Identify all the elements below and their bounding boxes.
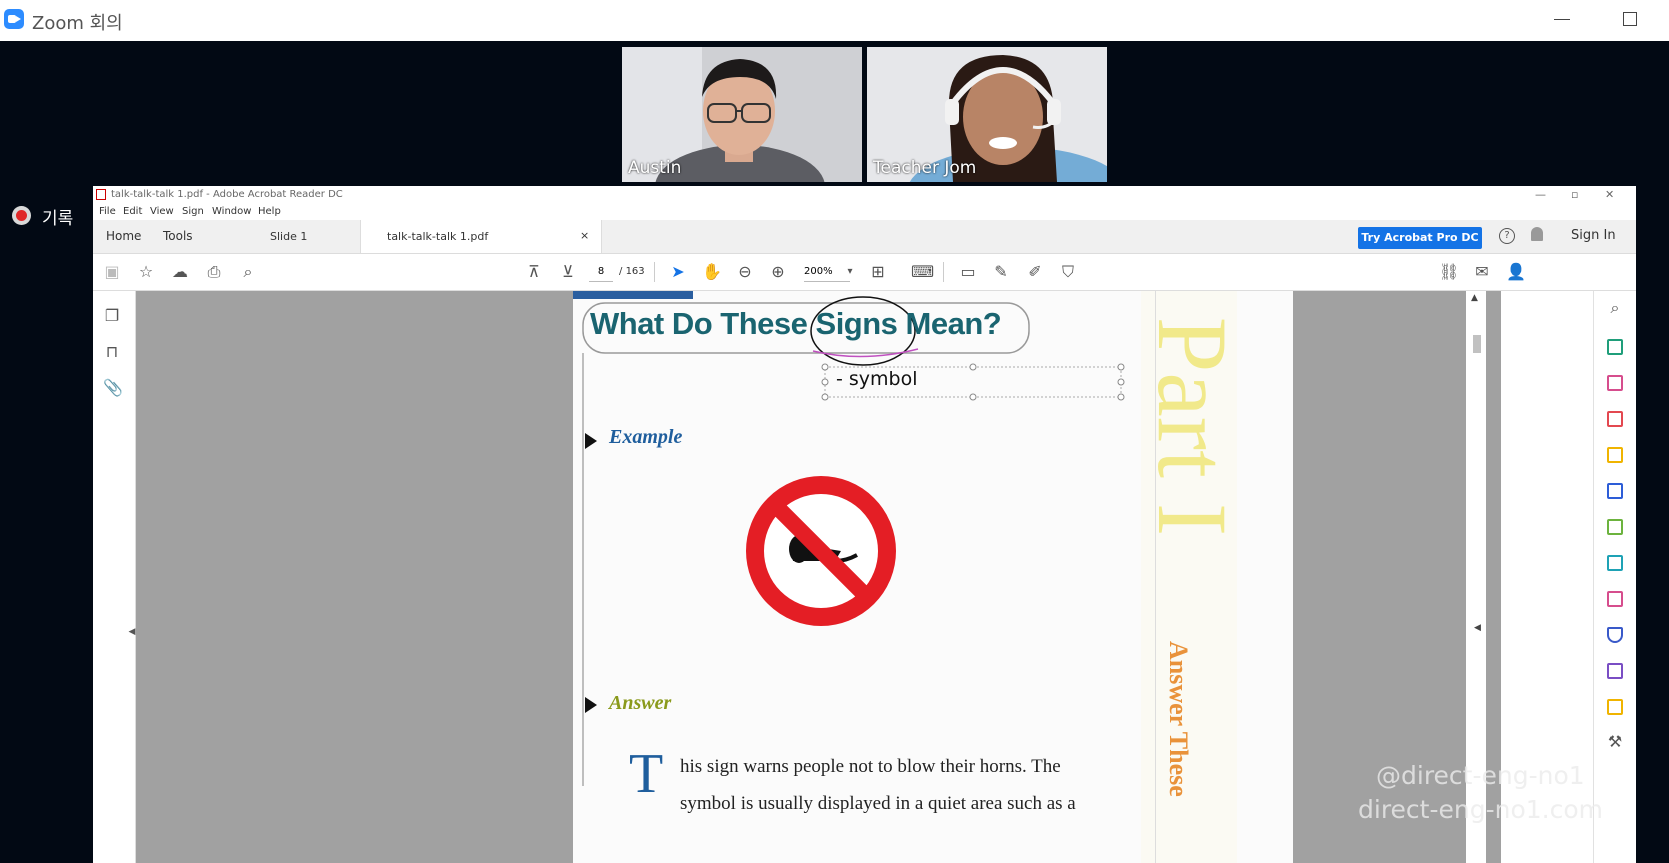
comment-tool-icon[interactable]: [1607, 447, 1623, 463]
scroll-up-icon[interactable]: ▲: [1471, 293, 1478, 303]
participant-name-teacher-jom: Teacher Jom: [873, 158, 977, 178]
acrobat-toolbar: ▣ ☆ ☁ ⎙ ⌕ ⊼ ⊻ 8 / 163 ➤ ✋ ⊖ ⊕ 200% ▾ ⊞ ⌨…: [93, 254, 1636, 291]
highlight-pen-icon[interactable]: ✎: [992, 263, 1010, 281]
page-total: / 163: [619, 263, 645, 281]
select-pointer-icon[interactable]: ➤: [669, 263, 687, 281]
menu-help[interactable]: Help: [258, 206, 281, 217]
zoom-dropdown-icon[interactable]: ▾: [841, 263, 859, 281]
zoom-window-title: Zoom 회의: [32, 13, 123, 34]
side-part-label: Part I: [1137, 316, 1249, 536]
video-tile-austin[interactable]: Austin: [622, 47, 862, 182]
bookmarks-icon[interactable]: ⊓: [103, 343, 121, 361]
page-total-count: 163: [625, 266, 645, 277]
zoom-title-bar: Zoom 회의: [0, 0, 1669, 41]
page-separator: /: [619, 266, 623, 277]
request-signature-icon[interactable]: [1607, 663, 1623, 679]
acrobat-minimize-icon[interactable]: —: [1535, 188, 1546, 201]
scrollbar-thumb[interactable]: [1473, 335, 1481, 353]
print-icon[interactable]: ⎙: [205, 263, 223, 281]
side-answer-label: Answer These: [1164, 641, 1193, 797]
compare-files-icon[interactable]: [1607, 519, 1623, 535]
answer-label: Answer: [609, 692, 672, 714]
search-icon[interactable]: ⌕: [239, 263, 257, 281]
edit-pdf-icon[interactable]: [1607, 699, 1623, 715]
tab-close-icon[interactable]: ×: [580, 229, 589, 242]
answer-body-line-2: symbol is usually displayed in a quiet a…: [680, 793, 1076, 814]
side-answer-label-wrap: Answer These: [1158, 641, 1198, 863]
page-number-input[interactable]: 8: [589, 263, 613, 282]
hand-tool-icon[interactable]: ✋: [702, 263, 722, 281]
left-nav-panel: ❐ ⊓ 📎 ◀: [93, 291, 136, 863]
email-icon[interactable]: ✉: [1473, 263, 1491, 281]
scan-ocr-icon[interactable]: [1607, 555, 1623, 571]
right-tools-panel: ⌕ ⚒: [1593, 291, 1636, 863]
side-part-label-wrap: Part I: [1138, 291, 1249, 561]
add-user-icon[interactable]: 👤: [1506, 263, 1526, 281]
collapse-right-panel-icon[interactable]: ◀: [1474, 623, 1481, 633]
pdf-page: What Do These Signs Mean? - symbol Examp…: [573, 291, 1293, 863]
fill-sign-icon[interactable]: [1607, 591, 1623, 607]
zoom-logo-icon: [4, 9, 24, 29]
video-tile-teacher-jom[interactable]: Teacher Jom: [867, 47, 1107, 182]
lesson-heading: What Do These Signs Mean?: [590, 306, 1002, 341]
previous-page-icon[interactable]: ⊼: [525, 263, 543, 281]
bookmark-star-icon[interactable]: ☆: [137, 263, 155, 281]
comment-icon[interactable]: ▭: [959, 263, 977, 281]
menu-edit[interactable]: Edit: [123, 206, 142, 217]
menu-sign[interactable]: Sign: [182, 206, 204, 217]
attachments-icon[interactable]: 📎: [103, 379, 123, 397]
export-pdf-icon[interactable]: [1607, 411, 1623, 427]
tab-document[interactable]: talk-talk-talk 1.pdf: [387, 230, 488, 243]
toolbar-divider: [943, 262, 944, 282]
answer-body-line-1: his sign warns people not to blow their …: [680, 756, 1061, 777]
example-label: Example: [609, 426, 683, 448]
acrobat-logo-icon: [96, 189, 106, 200]
save-icon[interactable]: ▣: [103, 263, 121, 281]
combine-files-icon[interactable]: [1607, 483, 1623, 499]
menu-view[interactable]: View: [150, 206, 174, 217]
try-acrobat-pro-button[interactable]: Try Acrobat Pro DC: [1358, 227, 1482, 249]
upload-cloud-icon[interactable]: ☁: [171, 263, 189, 281]
acrobat-window-title: talk-talk-talk 1.pdf - Adobe Acrobat Rea…: [111, 189, 343, 200]
tab-home[interactable]: Home: [106, 229, 141, 243]
watermark-handle: @direct-eng-no1: [1376, 761, 1585, 790]
search-tools-icon[interactable]: ⌕: [1606, 299, 1624, 317]
share-link-icon[interactable]: ⛓: [1439, 263, 1459, 281]
next-page-icon[interactable]: ⊻: [559, 263, 577, 281]
annotation-textbox[interactable]: - symbol: [836, 368, 918, 390]
zoom-in-icon[interactable]: ⊕: [769, 263, 787, 281]
recording-label: 기록: [42, 209, 74, 229]
acrobat-title-bar: talk-talk-talk 1.pdf - Adobe Acrobat Rea…: [93, 186, 1636, 204]
create-pdf-icon[interactable]: [1607, 339, 1623, 355]
acrobat-close-icon[interactable]: ✕: [1605, 188, 1614, 201]
toolbar-divider: [654, 262, 655, 282]
tab-tools[interactable]: Tools: [163, 229, 193, 243]
stamp-icon[interactable]: ⛉: [1059, 263, 1077, 281]
recording-icon: [12, 206, 31, 225]
menu-file[interactable]: File: [99, 206, 116, 217]
acrobat-menu-bar: File Edit View Sign Window Help: [93, 204, 1636, 220]
keyboard-icon[interactable]: ⌨: [911, 263, 934, 281]
organize-pages-icon[interactable]: [1607, 375, 1623, 391]
draw-icon[interactable]: ✐: [1026, 263, 1044, 281]
acrobat-restore-icon[interactable]: ▫: [1571, 188, 1578, 201]
notifications-icon[interactable]: [1531, 227, 1543, 241]
page-thumbnails-icon[interactable]: ❐: [103, 307, 121, 325]
tab-slide-1[interactable]: Slide 1: [270, 230, 307, 243]
menu-window[interactable]: Window: [212, 206, 251, 217]
drop-cap: T: [629, 743, 664, 805]
protect-shield-icon[interactable]: [1607, 627, 1623, 643]
sign-in-link[interactable]: Sign In: [1571, 228, 1616, 243]
more-tools-icon[interactable]: ⚒: [1606, 733, 1624, 751]
fit-page-icon[interactable]: ⊞: [869, 263, 887, 281]
participant-name-austin: Austin: [628, 158, 682, 178]
acrobat-tab-bar: Home Tools Slide 1 talk-talk-talk 1.pdf …: [93, 220, 1636, 254]
maximize-icon[interactable]: [1623, 12, 1637, 26]
help-icon[interactable]: ?: [1499, 228, 1515, 244]
minimize-icon[interactable]: [1554, 19, 1570, 20]
watermark-site: direct-eng-no1.com: [1358, 795, 1603, 824]
zoom-out-icon[interactable]: ⊖: [736, 263, 754, 281]
